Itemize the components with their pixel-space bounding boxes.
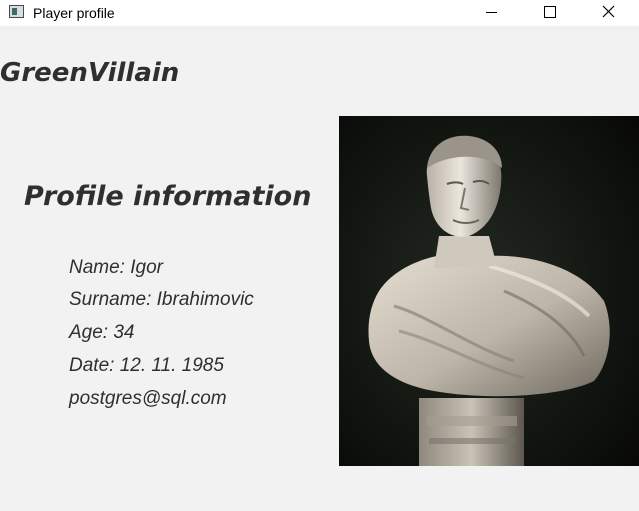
player-username: GreenVillain [0, 58, 180, 88]
window-title: Player profile [33, 5, 115, 21]
profile-panel: GreenVillain Profile information Name: I… [0, 30, 639, 511]
profile-section-title: Profile information [24, 181, 312, 212]
close-button[interactable] [586, 0, 632, 26]
minimize-icon [486, 12, 497, 13]
profile-date: Date: 12. 11. 1985 [69, 355, 224, 376]
close-icon [602, 5, 615, 18]
app-window-icon [9, 5, 24, 18]
profile-email: postgres@sql.com [69, 388, 227, 409]
bust-portrait-image [339, 116, 639, 466]
title-bar[interactable]: Player profile [0, 0, 639, 26]
profile-surname: Surname: Ibrahimovic [69, 289, 254, 310]
profile-name: Name: Igor [69, 257, 163, 278]
maximize-button[interactable] [526, 0, 572, 26]
profile-age: Age: 34 [69, 322, 135, 343]
minimize-button[interactable] [469, 0, 515, 26]
maximize-icon [544, 6, 556, 18]
